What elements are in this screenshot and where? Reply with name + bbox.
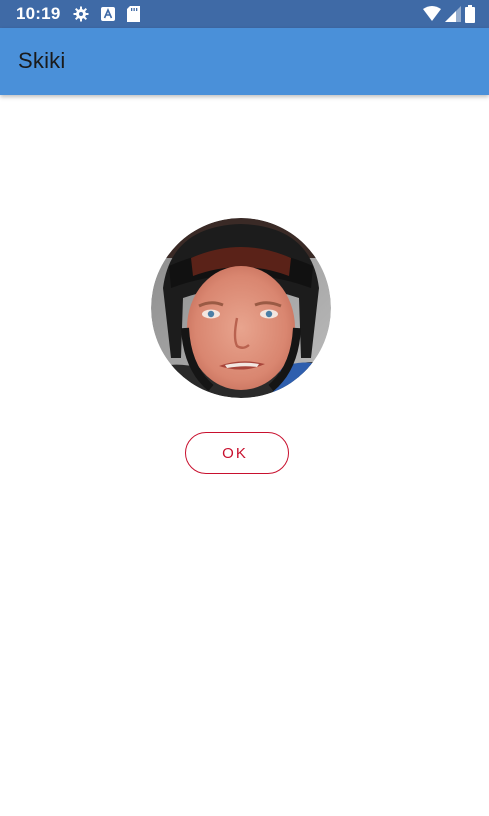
settings-icon <box>73 6 89 27</box>
status-time: 10:19 <box>16 4 61 23</box>
app-bar: Skiki <box>0 28 489 95</box>
status-bar: 10:19 <box>0 0 489 28</box>
a-badge-icon <box>101 7 115 26</box>
sd-card-icon <box>127 6 140 27</box>
battery-icon <box>465 5 475 28</box>
status-icons-left <box>73 6 140 27</box>
status-icons-right <box>423 5 475 28</box>
cell-signal-icon <box>445 6 461 27</box>
ok-button[interactable]: OK <box>185 432 289 474</box>
app-title: Skiki <box>18 48 66 73</box>
avatar <box>151 218 331 398</box>
wifi-icon <box>423 6 441 27</box>
app-screen: 10:19 Skiki OK <box>0 0 489 816</box>
skier-portrait <box>151 218 331 398</box>
